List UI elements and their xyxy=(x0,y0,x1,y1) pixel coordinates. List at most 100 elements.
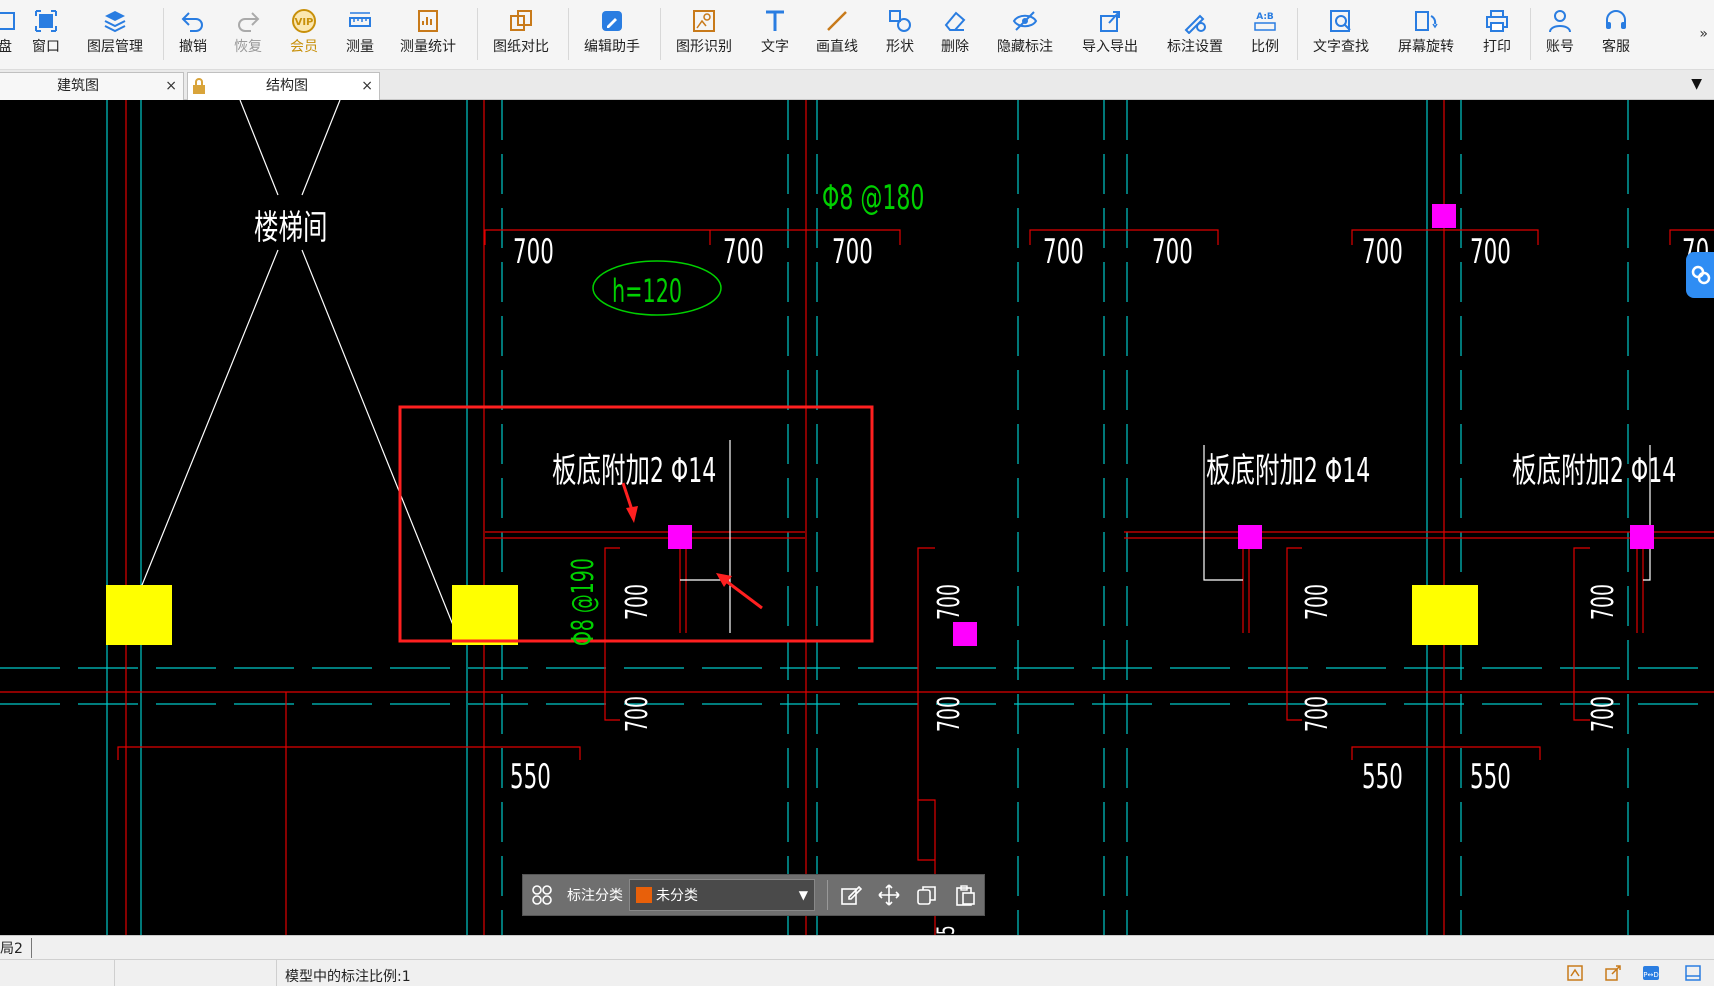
toolbar-service-button[interactable]: 客服 xyxy=(1602,8,1630,64)
toolbar-shape-button[interactable]: 形状 xyxy=(886,8,914,64)
toolbar-text-search-button[interactable]: 文字查找 xyxy=(1313,8,1369,64)
anchor-marker[interactable] xyxy=(953,622,977,646)
toolbar-line-button[interactable]: 画直线 xyxy=(816,8,858,64)
tab-architecture-close-icon[interactable]: × xyxy=(165,73,177,99)
window-toggle-icon[interactable] xyxy=(1684,964,1702,982)
stair-line xyxy=(139,249,279,591)
toolbar-delete-button[interactable]: 删除 xyxy=(941,8,969,64)
annotation-floating-toolbar: 标注分类 未分类 ▼ xyxy=(522,874,985,916)
annotation-category-value: 未分类 xyxy=(656,888,698,904)
export-icon[interactable] xyxy=(1604,964,1622,982)
toolbar-undo-button[interactable]: 撤销 xyxy=(179,8,207,64)
toolbar-separator xyxy=(660,8,661,60)
toolbar-redo-button[interactable]: 恢复 xyxy=(234,8,262,64)
eraser-icon xyxy=(944,11,966,31)
toolbar-delete-label: 删除 xyxy=(941,39,969,55)
dimension-700: 700 xyxy=(513,232,554,272)
paste-icon xyxy=(956,885,975,906)
toolbar-account-button[interactable]: 账号 xyxy=(1546,8,1574,64)
anchor-marker[interactable] xyxy=(668,525,692,549)
status-bar: 模型中的标注比例:1 P↔D xyxy=(0,959,1714,986)
category-color-swatch xyxy=(636,887,652,903)
dimension-700-vertical: 700 xyxy=(1586,583,1621,620)
side-float-button[interactable] xyxy=(1686,252,1714,298)
lock-icon xyxy=(193,78,205,94)
toolbar-more-button[interactable]: » xyxy=(1699,26,1708,42)
dimension-bracket xyxy=(1573,547,1590,721)
toolbar-import-export-label: 导入导出 xyxy=(1082,39,1138,55)
toolbar-separator xyxy=(477,8,478,60)
tab-list-menu-icon[interactable]: ▼ xyxy=(1691,76,1702,92)
svg-text:VIP: VIP xyxy=(295,17,314,28)
toolbar-compare-label: 图纸对比 xyxy=(493,39,549,55)
toolbar-vip-button[interactable]: VIP 会员 xyxy=(290,8,318,64)
tab-structure-close-icon[interactable]: × xyxy=(361,73,373,99)
annotation-move-button[interactable] xyxy=(870,875,908,915)
toolbar-print-label: 打印 xyxy=(1483,39,1511,55)
headset-icon xyxy=(1606,10,1626,29)
scale-icon: A:B xyxy=(1254,12,1276,31)
toolbar-layers-label: 图层管理 xyxy=(87,39,143,55)
toolbar-service-label: 客服 xyxy=(1602,39,1630,55)
annotation-paste-button[interactable] xyxy=(946,875,984,915)
toolbar-separator xyxy=(827,880,828,910)
snap-icon[interactable] xyxy=(1566,964,1584,982)
model-space-icon[interactable]: P↔D xyxy=(1642,964,1660,982)
toolbar-hide-annotation-button[interactable]: 隐藏标注 xyxy=(997,8,1053,64)
layout-tab-bar: 局2 xyxy=(0,935,1714,959)
edit-icon xyxy=(841,885,862,905)
toolbar-print-button[interactable]: 打印 xyxy=(1483,8,1511,64)
annotation-category-select[interactable]: 未分类 ▼ xyxy=(629,879,815,911)
toolbar-window-label: 窗口 xyxy=(32,39,60,55)
toolbar-window-button[interactable]: 窗口 xyxy=(32,8,60,64)
redo-icon xyxy=(238,12,260,32)
toolbar-measure-button[interactable]: 测量 xyxy=(346,8,374,64)
toolbar-annotation-settings-button[interactable]: 标注设置 xyxy=(1167,8,1223,64)
rebar-left-label: Φ8 @190 xyxy=(566,558,601,646)
annotation-settings-icon xyxy=(1184,14,1206,34)
toolbar-compare-button[interactable]: 图纸对比 xyxy=(493,8,549,64)
dimension-700: 700 xyxy=(723,232,764,272)
toolbar-import-export-button[interactable]: 导入导出 xyxy=(1082,8,1138,64)
toolbar-layers-button[interactable]: 图层管理 xyxy=(87,8,143,64)
layout-tab[interactable]: 局2 xyxy=(0,938,32,958)
svg-text:P↔D: P↔D xyxy=(1643,971,1658,979)
tab-architecture-label: 建筑图 xyxy=(57,78,99,94)
annotation-copy-button[interactable] xyxy=(908,875,946,915)
toolbar-shape-recognition-button[interactable]: 图形识别 xyxy=(676,8,732,64)
copy-icon xyxy=(917,886,936,905)
hide-eye-icon xyxy=(1012,11,1038,31)
svg-text:A:B: A:B xyxy=(1256,12,1274,22)
tab-structure[interactable]: 结构图 × xyxy=(187,72,380,100)
user-icon xyxy=(1549,10,1571,33)
toolbar-text-label: 文字 xyxy=(761,39,789,55)
toolbar-screen-rotate-button[interactable]: 屏幕旋转 xyxy=(1398,8,1454,64)
disk-icon xyxy=(0,12,15,30)
toolbar-edit-assistant-button[interactable]: 编辑助手 xyxy=(584,8,640,64)
anchor-marker[interactable] xyxy=(1630,525,1654,549)
slab-thickness-label: h=120 xyxy=(612,272,683,310)
toolbar-measure-stats-button[interactable]: 测量统计 xyxy=(400,8,456,64)
edit-assistant-icon xyxy=(602,11,622,31)
toolbar-scale-button[interactable]: A:B 比例 xyxy=(1251,8,1279,64)
dimension-550: 550 xyxy=(1362,757,1403,797)
toolbar-separator xyxy=(1297,8,1298,60)
screen-rotate-icon xyxy=(1415,11,1438,31)
dimension-700-vertical: 700 xyxy=(1300,695,1335,732)
dimension-700: 700 xyxy=(1152,232,1193,272)
tab-architecture[interactable]: 建筑图 × xyxy=(0,72,184,100)
toolbar-text-button[interactable]: 文字 xyxy=(761,8,789,64)
annotation-grid-button[interactable] xyxy=(523,875,561,915)
dimension-700-vertical: 700 xyxy=(620,583,655,620)
dimension-700-vertical: 700 xyxy=(932,695,967,732)
anchor-marker[interactable] xyxy=(1238,525,1262,549)
drawing-canvas[interactable]: 楼梯间 Φ8 @180 h=120 板底附加2 Φ14 板底附加2 Φ14 板底… xyxy=(0,100,1714,935)
printer-icon xyxy=(1486,10,1508,32)
annotation-edit-button[interactable] xyxy=(832,875,870,915)
status-divider xyxy=(114,960,115,986)
toolbar-disk-button[interactable]: 盘 xyxy=(0,8,18,64)
stair-line xyxy=(301,100,341,196)
anchor-marker[interactable] xyxy=(1432,204,1456,228)
dimension-700-vertical: 700 xyxy=(1300,583,1335,620)
ruler-icon xyxy=(349,12,371,27)
